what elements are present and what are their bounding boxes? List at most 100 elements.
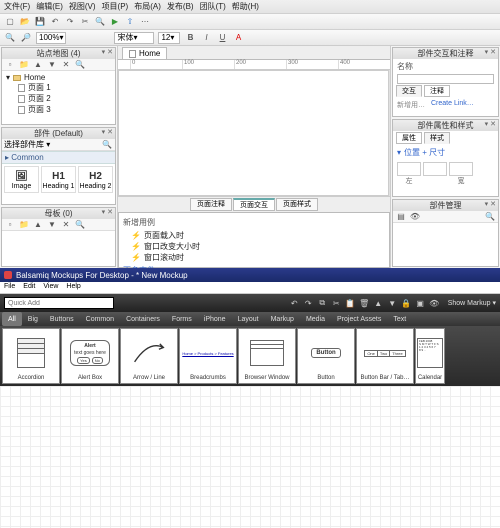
new-icon[interactable]: ▢ [4,16,16,28]
search-icon[interactable]: 🔍 [94,16,106,28]
lib-calendar[interactable]: FEB 2008S M T W T F S1 2 3 4 5 6 78 9 ..… [415,328,445,384]
cat-project[interactable]: Project Assets [331,312,387,326]
underline-icon[interactable]: U [216,32,228,44]
cat-markup[interactable]: Markup [265,312,300,326]
x-input[interactable] [397,162,421,176]
redo-icon[interactable]: ↷ [64,16,76,28]
cat-forms[interactable]: Forms [166,312,198,326]
lib-alert[interactable]: Alert text goes here YesNo Alert Box [61,328,119,384]
search-icon[interactable]: 🔍 [74,59,86,71]
tab-interaction[interactable]: 交互 [396,85,422,97]
close-icon[interactable]: ▾ ✕ [485,200,496,208]
menu-publish[interactable]: 发布(B) [167,1,194,12]
paste-icon[interactable]: 📋 [345,298,356,309]
cat-containers[interactable]: Containers [120,312,166,326]
sitemap-page[interactable]: 页面 3 [4,104,113,115]
menu-help[interactable]: Help [66,283,80,292]
menu-file[interactable]: 文件(F) [4,1,30,12]
close-icon[interactable]: ▾ ✕ [102,208,113,216]
menu-edit[interactable]: Edit [23,283,35,292]
fontsize-select[interactable]: 12 ▾ [158,32,180,44]
cut-icon[interactable]: ✂ [331,298,342,309]
add-page-icon[interactable]: ▫ [4,59,16,71]
event-scroll[interactable]: ⚡窗口滚动时 [123,252,385,263]
menu-team[interactable]: 团队(T) [200,1,226,12]
move-down-icon[interactable]: ▼ [46,219,58,231]
menu-view[interactable]: View [43,283,58,292]
delete-icon[interactable]: ✕ [60,219,72,231]
publish-icon[interactable]: ⇧ [124,16,136,28]
cat-big[interactable]: Big [22,312,44,326]
menu-view[interactable]: 视图(V) [69,1,96,12]
cut-icon[interactable]: ✂ [79,16,91,28]
delete-icon[interactable]: 🗑 [359,298,370,309]
more-icon[interactable]: ⋯ [139,16,151,28]
lib-accordion[interactable]: Accordion [2,328,60,384]
widget-section-common[interactable]: ▸ Common [2,151,115,164]
menu-help[interactable]: 帮助(H) [232,1,259,12]
search-icon[interactable]: 🔍 [74,219,86,231]
mockup-canvas[interactable] [0,386,500,528]
copy-icon[interactable]: ⧉ [317,298,328,309]
menu-file[interactable]: File [4,283,15,292]
section-position-size[interactable]: ▾ 位置 + 尺寸 [393,145,498,160]
eye-icon[interactable]: 👁 [429,298,440,309]
tab-style[interactable]: 样式 [424,132,450,144]
library-select[interactable]: 选择部件库 ▾ [4,139,50,150]
lib-button[interactable]: Button Button [297,328,355,384]
tab-notes[interactable]: 注释 [424,85,450,97]
tab-notes[interactable]: 页面注释 [190,198,232,211]
delete-icon[interactable]: ✕ [60,59,72,71]
widget-image[interactable]: 🖼Image [4,166,39,193]
cat-all[interactable]: All [2,312,22,326]
move-up-icon[interactable]: ▲ [32,219,44,231]
add-folder-icon[interactable]: 📁 [18,59,30,71]
font-select[interactable]: 宋体 ▾ [114,32,154,44]
collapse-icon[interactable]: ▾ [6,73,10,82]
add-master-icon[interactable]: ▫ [4,219,16,231]
widget-h1[interactable]: H1Heading 1 [41,166,76,193]
front-icon[interactable]: ▲ [373,298,384,309]
menu-edit[interactable]: 编辑(E) [36,1,63,12]
tab-properties[interactable]: 属性 [396,132,422,144]
group-icon[interactable]: ▣ [415,298,426,309]
lib-arrow[interactable]: Arrow / Line [120,328,178,384]
move-down-icon[interactable]: ▼ [46,59,58,71]
color-icon[interactable]: A [232,32,244,44]
lib-buttonbar[interactable]: OneTwoThree Button Bar / Tab… [356,328,414,384]
open-icon[interactable]: 📂 [19,16,31,28]
cat-common[interactable]: Common [80,312,120,326]
zoom-in-icon[interactable]: 🔍 [4,32,16,44]
show-markup-toggle[interactable]: Show Markup▾ [444,299,496,307]
preview-icon[interactable]: ▶ [109,16,121,28]
cat-iphone[interactable]: iPhone [198,312,232,326]
design-canvas[interactable] [118,70,389,196]
quick-add-input[interactable] [4,297,114,309]
search-icon[interactable]: 🔍 [101,139,113,151]
cat-layout[interactable]: Layout [232,312,265,326]
zoom-level[interactable]: 100% ▾ [36,32,66,44]
event-onload[interactable]: ⚡页面载入时 [123,230,385,241]
search-icon[interactable]: 🔍 [484,211,496,223]
sitemap-root[interactable]: ▾ Home [4,73,113,82]
filter-icon[interactable]: ▤ [395,211,407,223]
italic-icon[interactable]: I [200,32,212,44]
undo-icon[interactable]: ↶ [49,16,61,28]
tab-home[interactable]: Home [122,47,167,59]
tab-style[interactable]: 页面样式 [276,198,318,211]
cat-media[interactable]: Media [300,312,331,326]
undo-icon[interactable]: ↶ [289,298,300,309]
menu-layout[interactable]: 布局(A) [134,1,161,12]
tab-interactions[interactable]: 页面交互 [233,198,275,211]
event-resize[interactable]: ⚡窗口改变大小时 [123,241,385,252]
sitemap-page[interactable]: 页面 2 [4,93,113,104]
save-icon[interactable]: 💾 [34,16,46,28]
back-icon[interactable]: ▼ [387,298,398,309]
add-folder-icon[interactable]: 📁 [18,219,30,231]
redo-icon[interactable]: ↷ [303,298,314,309]
name-input[interactable] [397,74,494,84]
lock-icon[interactable]: 🔒 [401,298,412,309]
close-icon[interactable]: ▾ ✕ [485,48,496,56]
menu-project[interactable]: 项目(P) [102,1,129,12]
widget-h2[interactable]: H2Heading 2 [78,166,113,193]
